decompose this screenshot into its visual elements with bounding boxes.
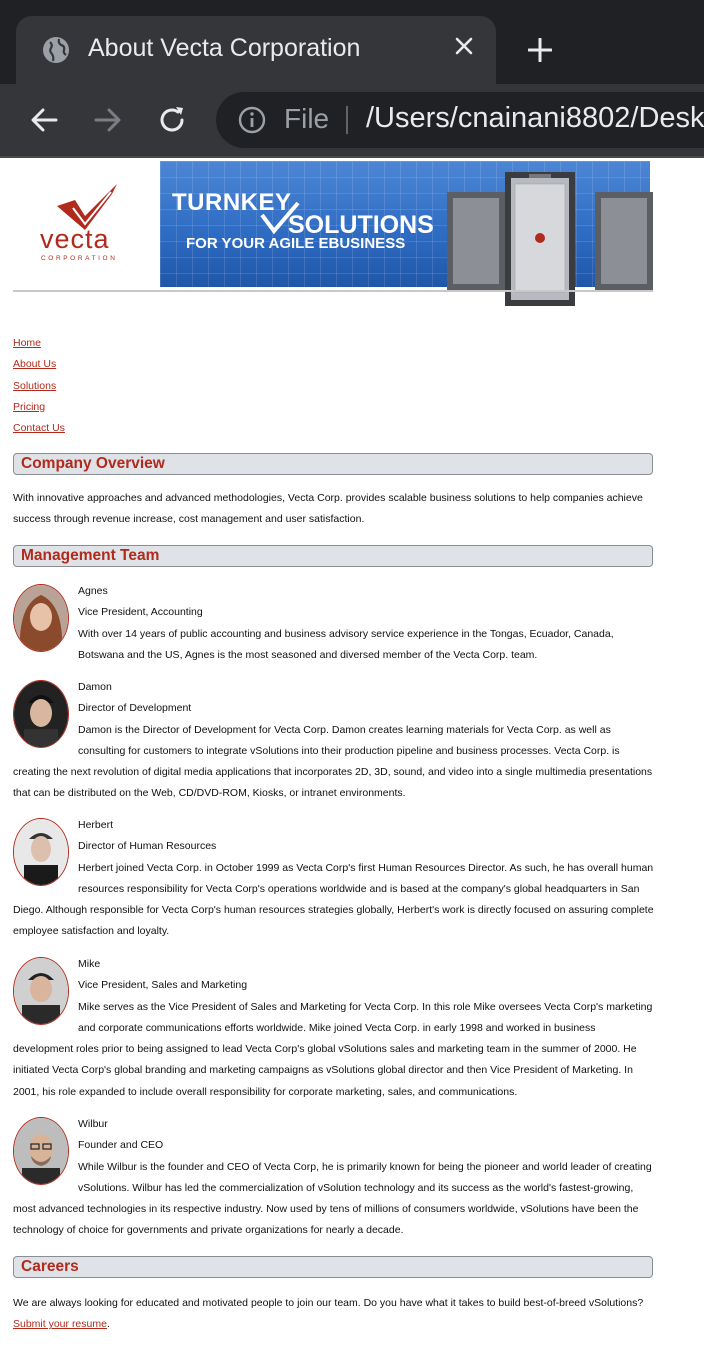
info-icon[interactable] xyxy=(238,106,266,134)
management-team-heading: Management Team xyxy=(21,547,160,564)
company-overview-heading: Company Overview xyxy=(21,455,165,472)
page-header: vecta CORPORATION TURNKEY SOLUTIONS FOR … xyxy=(13,158,653,306)
wilbur-title: Founder and CEO xyxy=(78,1139,164,1152)
header-divider xyxy=(13,290,653,292)
browser-tab-strip: About Vecta Corporation xyxy=(0,0,704,84)
agnes-bio: With over 14 years of public accounting … xyxy=(78,627,614,661)
reload-icon[interactable] xyxy=(156,104,188,136)
careers-text: We are always looking for educated and m… xyxy=(13,1297,644,1309)
server-towers-image xyxy=(447,172,653,306)
herbert-photo xyxy=(13,818,69,886)
nav-link-pricing[interactable]: Pricing xyxy=(13,400,65,421)
herbert-name: Herbert xyxy=(78,819,114,831)
submit-resume-link[interactable]: Submit your resume xyxy=(13,1318,107,1330)
forward-arrow-icon[interactable] xyxy=(92,104,124,136)
careers-link-suffix: . xyxy=(106,1318,110,1331)
company-overview-text: With innovative approaches and advanced … xyxy=(13,492,643,526)
agnes-photo xyxy=(13,584,69,652)
nav-link-solutions[interactable]: Solutions xyxy=(13,379,65,400)
back-arrow-icon[interactable] xyxy=(28,104,60,136)
careers-text-block: We are always looking for educated and m… xyxy=(13,1293,658,1336)
wilbur-photo xyxy=(13,1117,69,1185)
mike-photo xyxy=(13,957,69,1025)
nav-link-contact-us[interactable]: Contact Us xyxy=(13,421,65,442)
mike-title: Vice President, Sales and Marketing xyxy=(78,979,248,992)
team-member-wilbur: Wilbur Founder and CEO While Wilbur is t… xyxy=(13,1114,658,1242)
mike-name: Mike xyxy=(78,958,101,970)
mike-bio: Mike serves as the Vice President of Sal… xyxy=(13,1000,653,1098)
company-overview-heading-bar: Company Overview xyxy=(13,453,653,475)
svg-text:vecta: vecta xyxy=(40,224,110,254)
damon-title: Director of Development xyxy=(78,702,192,715)
browser-tab[interactable]: About Vecta Corporation xyxy=(16,16,496,84)
careers-link-line: Submit your resume. xyxy=(13,1314,658,1335)
address-url[interactable]: /Users/cnainani8802/Desk xyxy=(366,102,704,135)
team-member-damon: Damon Director of Development Damon is t… xyxy=(13,677,658,805)
close-tab-icon[interactable] xyxy=(454,36,474,56)
address-bar[interactable]: File /Users/cnainani8802/Desk xyxy=(216,92,704,148)
globe-icon xyxy=(43,37,69,63)
address-scheme-label: File xyxy=(284,103,330,134)
damon-name: Damon xyxy=(78,681,112,693)
team-member-mike: Mike Vice President, Sales and Marketing… xyxy=(13,954,658,1103)
nav-link-home[interactable]: Home xyxy=(13,336,65,357)
team-member-agnes: Agnes Vice President, Accounting With ov… xyxy=(13,581,658,666)
herbert-bio: Herbert joined Vecta Corp. in October 19… xyxy=(13,861,654,938)
agnes-title: Vice President, Accounting xyxy=(78,606,203,619)
damon-photo xyxy=(13,680,69,748)
management-team-heading-bar: Management Team xyxy=(13,545,653,567)
new-tab-icon[interactable] xyxy=(528,38,552,62)
damon-bio: Damon is the Director of Development for… xyxy=(13,723,653,800)
banner-tagline: FOR YOUR AGILE EBUSINESS xyxy=(186,235,406,252)
main-navigation: Home About Us Solutions Pricing Contact … xyxy=(13,336,65,442)
browser-toolbar: File /Users/cnainani8802/Desk xyxy=(0,84,704,156)
wilbur-bio: While Wilbur is the founder and CEO of V… xyxy=(13,1160,652,1237)
wilbur-name: Wilbur xyxy=(78,1118,108,1130)
agnes-name: Agnes xyxy=(78,585,108,597)
herbert-title: Director of Human Resources xyxy=(78,840,217,853)
careers-heading: Careers xyxy=(21,1258,79,1275)
nav-link-about-us[interactable]: About Us xyxy=(13,357,65,378)
team-member-herbert: Herbert Director of Human Resources Herb… xyxy=(13,815,658,943)
tab-title: About Vecta Corporation xyxy=(88,34,361,62)
careers-heading-bar: Careers xyxy=(13,1256,653,1278)
address-separator xyxy=(346,106,348,134)
svg-text:CORPORATION: CORPORATION xyxy=(41,255,118,262)
vecta-logo[interactable]: vecta CORPORATION xyxy=(13,180,153,270)
